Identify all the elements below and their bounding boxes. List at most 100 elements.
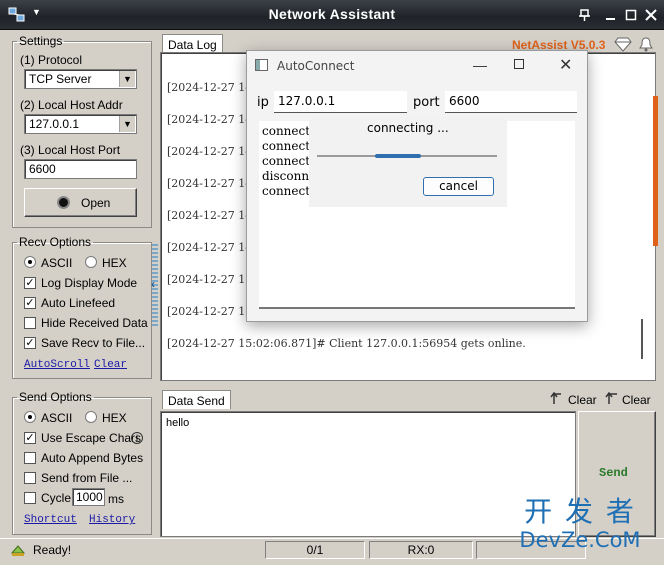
auto-linefeed-checkbox[interactable]: ✓	[24, 297, 36, 309]
open-button[interactable]: Open	[24, 188, 137, 217]
maximize-icon[interactable]	[620, 6, 642, 24]
close-icon[interactable]: ✕	[559, 55, 572, 75]
local-host-port-label: (3) Local Host Port	[20, 143, 121, 157]
settings-legend: Settings	[19, 34, 63, 48]
protocol-value: TCP Server	[29, 72, 92, 86]
log-line: [2024-12-27 15	[167, 305, 253, 318]
pin-icon[interactable]	[574, 6, 596, 24]
save-recv-to-file-label: Save Recv to File...	[41, 336, 146, 350]
list-item: connect	[262, 139, 311, 153]
send-from-file-checkbox[interactable]	[24, 472, 36, 484]
use-escape-chars-label: Use Escape Chars	[41, 431, 142, 445]
clear-icon[interactable]	[549, 390, 565, 409]
shortcut-link[interactable]: Shortcut	[24, 514, 77, 526]
progress-popup: connecting ... cancel	[309, 117, 507, 207]
progress-text: connecting ...	[367, 121, 449, 135]
log-line: [2024-12-27 14	[167, 177, 253, 190]
protocol-label: (1) Protocol	[20, 53, 83, 67]
list-item: disconn	[262, 169, 310, 183]
local-host-addr-value: 127.0.0.1	[29, 117, 80, 131]
cycle-interval-input[interactable]: 1000	[72, 488, 105, 506]
auto-append-bytes-checkbox[interactable]	[24, 452, 36, 464]
status-counter: 0/1	[265, 541, 365, 559]
ip-label: ip	[257, 95, 269, 110]
minimize-icon[interactable]: —	[473, 57, 487, 73]
protocol-select[interactable]: TCP Server ▼	[24, 69, 137, 89]
clear-count-button[interactable]: Clear	[622, 393, 651, 407]
status-icon	[10, 543, 26, 560]
log-display-mode-checkbox[interactable]: ✓	[24, 277, 36, 289]
send-hex-radio[interactable]	[85, 411, 97, 423]
cycle-checkbox[interactable]	[24, 492, 36, 504]
cancel-button[interactable]: cancel	[423, 177, 494, 196]
log-scroll-accent	[653, 96, 658, 246]
log-line-last: [2024-12-27 15:02:06.871]# Client 127.0.…	[167, 337, 526, 350]
info-icon[interactable]: i	[131, 432, 143, 444]
progress-bar	[317, 154, 497, 158]
history-link[interactable]: History	[89, 514, 135, 526]
port-label: port	[413, 95, 440, 110]
cycle-label: Cycle	[41, 491, 72, 505]
tab-data-log[interactable]: Data Log	[162, 34, 223, 53]
auto-linefeed-label: Auto Linefeed	[41, 296, 116, 310]
log-line: [2024-12-27 14	[167, 145, 253, 158]
chevron-down-icon[interactable]: ▼	[119, 116, 135, 132]
collapse-chevron-icon[interactable]: ‹	[151, 277, 155, 291]
hide-received-data-label: Hide Received Data	[41, 316, 148, 330]
send-ascii-label: ASCII	[41, 411, 73, 425]
watermark: 开 发 者 DevZe.CoM	[500, 496, 660, 562]
recv-hex-radio[interactable]	[85, 256, 97, 268]
recv-ascii-radio[interactable]	[24, 256, 36, 268]
send-ascii-radio[interactable]	[24, 411, 36, 423]
recv-clear-link[interactable]: Clear	[94, 359, 127, 371]
auto-append-bytes-label: Auto Append Bytes	[41, 451, 144, 465]
tab-data-send[interactable]: Data Send	[162, 390, 231, 409]
cancel-button-label: cancel	[439, 179, 478, 193]
open-button-label: Open	[81, 196, 111, 210]
clear-send-button[interactable]: Clear	[568, 393, 597, 407]
send-input-text: hello	[166, 417, 190, 429]
port-input[interactable]: 6600	[445, 91, 577, 113]
title-bar: ▼ Network Assistant	[0, 0, 664, 30]
local-host-addr-label: (2) Local Host Addr	[20, 98, 123, 112]
hide-received-data-checkbox[interactable]	[24, 317, 36, 329]
log-line: [2024-12-27 14	[167, 81, 253, 94]
ip-input[interactable]: 127.0.0.1	[274, 91, 407, 113]
recv-ascii-label: ASCII	[41, 256, 73, 270]
watermark-cn: 开 发 者	[524, 495, 636, 528]
close-icon[interactable]	[640, 6, 662, 24]
log-line: [2024-12-27 14	[167, 113, 253, 126]
cycle-unit-label: ms	[108, 492, 124, 506]
dialog-title: AutoConnect	[277, 59, 355, 73]
watermark-en: DevZe.CoM	[519, 528, 641, 552]
recv-hex-label: HEX	[102, 256, 127, 270]
window-title: Network Assistant	[268, 6, 396, 22]
send-from-file-label: Send from File ...	[41, 471, 133, 485]
local-host-port-input[interactable]: 6600	[24, 159, 137, 179]
log-scrollbar-thumb[interactable]	[641, 319, 643, 359]
send-button-label: Send	[599, 466, 628, 480]
chevron-down-icon[interactable]: ▼	[119, 71, 135, 87]
log-line: [2024-12-27 15	[167, 273, 253, 286]
autoconnect-dialog: AutoConnect — ✕ ip 127.0.0.1 port 6600 c…	[246, 50, 588, 322]
progress-bar-fill	[375, 154, 421, 158]
log-display-mode-label: Log Display Mode	[41, 276, 138, 290]
send-options-legend: Send Options	[19, 390, 92, 404]
log-line: [2024-12-27 14	[167, 241, 253, 254]
autoscroll-link[interactable]: AutoScroll	[24, 359, 90, 371]
use-escape-chars-checkbox[interactable]: ✓	[24, 432, 36, 444]
recv-options-legend: Recv Options	[19, 235, 92, 249]
maximize-icon[interactable]	[514, 59, 524, 69]
dialog-window-icon	[255, 59, 268, 71]
status-rx: RX:0	[369, 541, 473, 559]
status-ready: Ready!	[33, 543, 72, 557]
save-recv-to-file-checkbox[interactable]: ✓	[24, 337, 36, 349]
log-line: [2024-12-27 14	[167, 209, 253, 222]
list-item: connect	[262, 124, 311, 138]
clear-icon[interactable]	[603, 390, 619, 409]
list-item: connect	[262, 184, 311, 198]
list-item: connect	[262, 154, 311, 168]
local-host-addr-select[interactable]: 127.0.0.1 ▼	[24, 114, 137, 134]
send-hex-label: HEX	[102, 411, 127, 425]
minimize-icon[interactable]	[600, 6, 622, 24]
